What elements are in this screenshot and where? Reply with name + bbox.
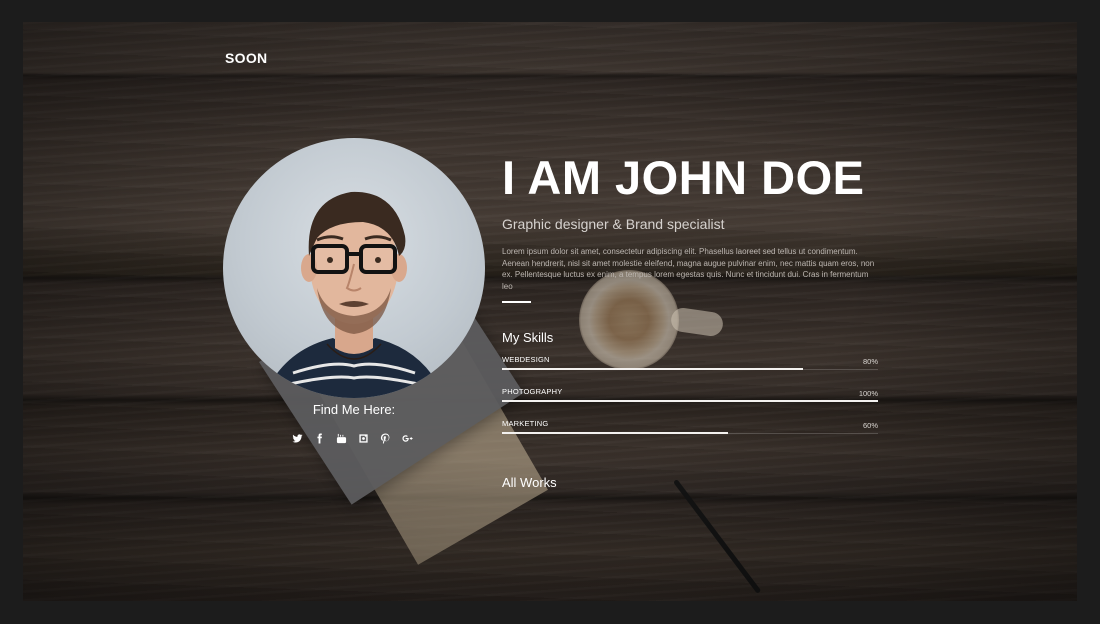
skill-percent: 100% [858,389,878,398]
skill-percent: 60% [862,421,878,430]
skill-bar [502,432,728,434]
youtube-icon[interactable] [335,432,348,445]
skill-webdesign: WEBDESIGN 80% [502,355,878,377]
google-plus-icon[interactable] [401,432,414,445]
instagram-icon[interactable] [357,432,370,445]
skill-bar [502,368,803,370]
page-title: I AM JOHN DOE [502,151,865,204]
skill-label: MARKETING [502,419,549,428]
bio-text: Lorem ipsum dolor sit amet, consectetur … [502,247,875,291]
skill-label: WEBDESIGN [502,355,550,364]
skill-marketing: MARKETING 60% [502,419,878,441]
pinterest-icon[interactable] [379,432,392,445]
site-logo[interactable]: SOON [225,50,267,66]
skill-label: PHOTOGRAPHY [502,387,563,396]
all-works-link[interactable]: All Works [502,475,878,490]
skill-photography: PHOTOGRAPHY 100% [502,387,878,409]
social-links [291,432,414,445]
skill-bar [502,400,878,402]
hero-section: SOON Find Me Here: I AM JOHN DOE Graphic… [23,22,1077,601]
facebook-icon[interactable] [313,432,326,445]
find-me-heading: Find Me Here: [312,402,396,417]
profile-avatar [223,138,485,398]
intro-content: I AM JOHN DOE Graphic designer & Brand s… [502,148,878,490]
job-title: Graphic designer & Brand specialist [502,216,725,232]
skill-percent: 80% [862,357,878,366]
divider [502,301,531,303]
skills-heading: My Skills [502,330,554,345]
twitter-icon[interactable] [291,432,304,445]
